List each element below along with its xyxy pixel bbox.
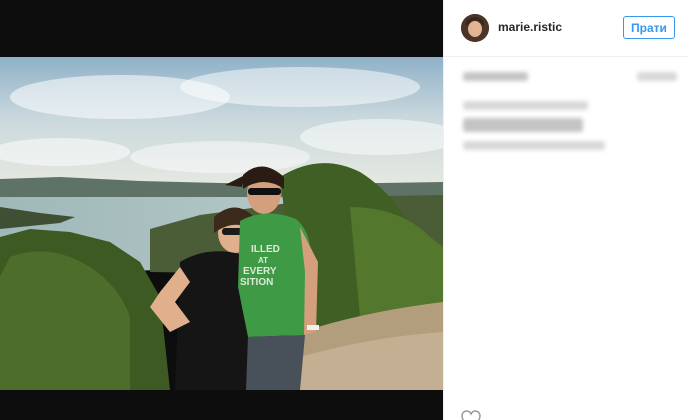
svg-text:ILLED: ILLED xyxy=(251,244,280,255)
blurred-timestamp xyxy=(637,72,677,81)
svg-text:EVERY: EVERY xyxy=(243,266,277,277)
username-link[interactable]: marie.ristic xyxy=(498,20,562,34)
svg-text:SITION: SITION xyxy=(240,277,273,288)
blurred-caption-line xyxy=(463,72,528,81)
instagram-post-modal: ILLED AT EVERY SITION marie.ristic Прати xyxy=(0,0,688,420)
svg-text:AT: AT xyxy=(258,256,268,265)
avatar[interactable] xyxy=(461,14,489,42)
post-header: marie.ristic Прати xyxy=(444,0,688,57)
follow-button[interactable]: Прати xyxy=(623,16,675,39)
heart-icon xyxy=(461,410,481,420)
post-side-panel: marie.ristic Прати xyxy=(443,0,688,420)
blurred-comment-line xyxy=(463,101,588,110)
like-button[interactable] xyxy=(460,410,482,420)
post-photo-image: ILLED AT EVERY SITION xyxy=(0,57,443,390)
blurred-comment-line xyxy=(463,118,583,132)
blurred-comment-line xyxy=(463,141,605,150)
post-photo[interactable]: ILLED AT EVERY SITION xyxy=(0,57,443,390)
avatar-icon xyxy=(461,14,489,42)
photo-pane: ILLED AT EVERY SITION xyxy=(0,0,443,420)
